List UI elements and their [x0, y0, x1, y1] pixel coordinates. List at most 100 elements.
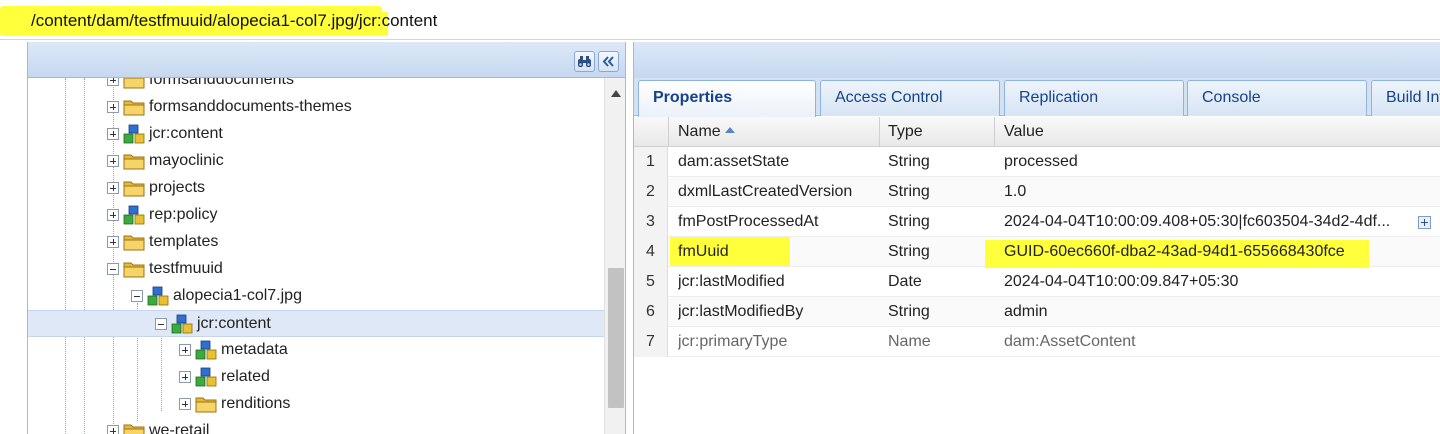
expand-plus-icon[interactable] — [107, 155, 119, 167]
tree-node-label: projects — [149, 179, 206, 196]
tree-node-label: alopecia1-col7.jpg — [173, 287, 302, 304]
row-number: 5 — [634, 267, 668, 297]
tree-node-label: testfmuuid — [149, 260, 223, 277]
tree-node[interactable]: formsanddocuments-themes — [28, 94, 604, 121]
grid-header: Name Type Value — [634, 117, 1440, 147]
collapse-panel-button[interactable] — [598, 51, 619, 72]
property-value[interactable]: 2024-04-04T10:00:09.847+05:30 — [1004, 273, 1409, 291]
expand-plus-icon[interactable] — [107, 182, 119, 194]
expand-plus-icon[interactable] — [107, 425, 119, 434]
property-name[interactable]: fmPostProcessedAt — [678, 213, 873, 231]
row-number: 1 — [634, 147, 668, 177]
tree-node[interactable]: rep:policy — [28, 202, 604, 229]
node-icon — [195, 339, 217, 361]
tree-scrollbar[interactable] — [604, 78, 625, 434]
tree-node-selected[interactable]: jcr:content — [28, 310, 604, 337]
tree-node[interactable]: related — [28, 364, 604, 391]
node-icon — [123, 123, 145, 145]
scroll-thumb[interactable] — [608, 268, 624, 408]
expand-plus-icon[interactable] — [107, 101, 119, 113]
expand-plus-icon[interactable] — [179, 344, 191, 356]
folder-icon — [123, 420, 145, 434]
row-number: 7 — [634, 327, 668, 357]
folder-icon — [123, 177, 145, 199]
tree-node[interactable]: formsanddocuments — [28, 78, 604, 94]
tree-node[interactable]: templates — [28, 229, 604, 256]
tab-console[interactable]: Console — [1187, 80, 1367, 116]
tree-node[interactable]: mayoclinic — [28, 148, 604, 175]
collapse-minus-icon[interactable] — [131, 290, 143, 302]
property-row[interactable]: 7 jcr:primaryType Name dam:AssetContent — [634, 327, 1440, 357]
property-value[interactable]: dam:AssetContent — [1004, 333, 1409, 351]
expand-plus-icon[interactable] — [107, 128, 119, 140]
row-number: 3 — [634, 207, 668, 237]
tree-node[interactable]: jcr:content — [28, 121, 604, 148]
collapse-minus-icon[interactable] — [107, 263, 119, 275]
folder-icon — [123, 96, 145, 118]
property-type[interactable]: String — [888, 153, 988, 171]
property-name[interactable]: jcr:primaryType — [678, 333, 873, 351]
node-path[interactable]: /content/dam/testfmuuid/alopecia1-col7.j… — [31, 10, 437, 32]
property-value[interactable]: 2024-04-04T10:00:09.408+05:30|fc603504-3… — [1004, 213, 1409, 231]
tree-node-label: formsanddocuments-themes — [149, 98, 352, 115]
double-chevron-left-icon — [602, 56, 614, 67]
property-value[interactable]: 1.0 — [1004, 183, 1409, 201]
find-button[interactable] — [574, 51, 595, 72]
property-type[interactable]: String — [888, 243, 988, 261]
property-type[interactable]: Name — [888, 333, 988, 351]
folder-icon — [195, 393, 217, 415]
tree-node-label: templates — [149, 233, 219, 250]
folder-icon — [123, 258, 145, 280]
property-type[interactable]: String — [888, 303, 988, 321]
property-name[interactable]: dam:assetState — [678, 153, 873, 171]
property-row[interactable]: 5 jcr:lastModified Date 2024-04-04T10:00:09… — [634, 267, 1440, 297]
repository-tree: formsanddocuments formsanddocuments-theme… — [28, 78, 604, 434]
collapse-minus-icon[interactable] — [155, 318, 167, 330]
property-name[interactable]: jcr:lastModified — [678, 273, 873, 291]
node-icon — [147, 285, 169, 307]
tree-node[interactable]: metadata — [28, 337, 604, 364]
property-row[interactable]: 1 dam:assetState String processed — [634, 147, 1440, 177]
tree-panel-header — [28, 42, 625, 78]
property-value[interactable]: processed — [1004, 153, 1409, 171]
column-header-type[interactable]: Type — [888, 123, 923, 141]
tab-replication[interactable]: Replication — [1004, 80, 1184, 116]
tree-node-label: renditions — [221, 395, 291, 412]
column-header-value[interactable]: Value — [1004, 123, 1044, 141]
tab-properties[interactable]: Properties — [638, 80, 816, 118]
property-type[interactable]: String — [888, 183, 988, 201]
column-header-name[interactable]: Name — [678, 123, 735, 141]
node-icon — [123, 204, 145, 226]
tab-access-control[interactable]: Access Control — [820, 80, 1000, 116]
property-row[interactable]: 6 jcr:lastModifiedBy String admin — [634, 297, 1440, 327]
tree-node[interactable]: we-retail — [28, 418, 604, 434]
tree-node[interactable]: projects — [28, 175, 604, 202]
property-row[interactable]: 4 fmUuid String GUID-60ec660f-dba2-43ad-94d… — [634, 237, 1440, 268]
tab-build-info[interactable]: Build Info — [1371, 80, 1440, 116]
property-row[interactable]: 2 dxmlLastCreatedVersion String 1.0 — [634, 177, 1440, 207]
scroll-up-icon[interactable] — [611, 90, 621, 97]
tree-node[interactable]: renditions — [28, 391, 604, 418]
node-icon — [195, 366, 217, 388]
tab-strip: Properties Access Control Replication Co… — [634, 78, 1440, 118]
tree-node-label: metadata — [221, 341, 288, 358]
property-value[interactable]: GUID-60ec660f-dba2-43ad-94d1-655668430fc… — [1004, 243, 1409, 261]
tree-node[interactable]: testfmuuid — [28, 256, 604, 283]
property-name[interactable]: dxmlLastCreatedVersion — [678, 183, 873, 201]
property-name[interactable]: jcr:lastModifiedBy — [678, 303, 873, 321]
property-row[interactable]: 3 fmPostProcessedAt String 2024-04-04T10:00… — [634, 207, 1440, 237]
property-value[interactable]: admin — [1004, 303, 1409, 321]
property-name[interactable]: fmUuid — [678, 243, 873, 261]
tree-node[interactable]: alopecia1-col7.jpg — [28, 283, 604, 310]
expand-plus-icon[interactable] — [179, 398, 191, 410]
folder-icon — [123, 231, 145, 253]
expand-plus-icon[interactable] — [107, 236, 119, 248]
property-type[interactable]: String — [888, 213, 988, 231]
expand-plus-icon[interactable] — [107, 78, 119, 86]
expand-plus-icon[interactable] — [179, 371, 191, 383]
tree-node-label: jcr:content — [197, 315, 271, 332]
properties-grid: Name Type Value 1 dam:assetState String pro… — [634, 117, 1440, 434]
expand-plus-icon[interactable] — [107, 209, 119, 221]
expand-value-icon[interactable] — [1418, 216, 1431, 229]
property-type[interactable]: Date — [888, 273, 988, 291]
